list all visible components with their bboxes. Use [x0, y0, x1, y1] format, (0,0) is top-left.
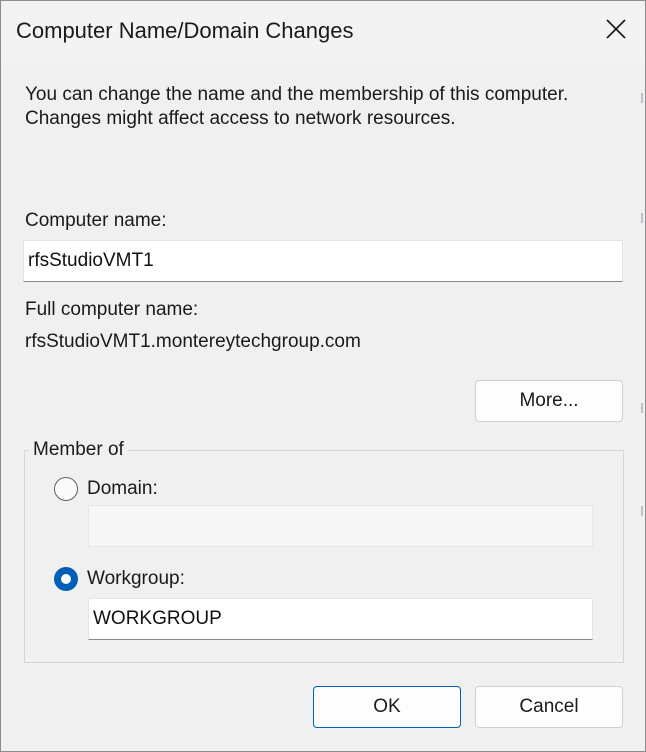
close-icon — [606, 19, 626, 39]
background-window-edge — [641, 506, 643, 516]
more-button[interactable]: More... — [475, 380, 623, 422]
dialog-window: Computer Name/Domain Changes You can cha… — [0, 0, 646, 752]
background-window-edge — [641, 213, 643, 223]
dialog-title: Computer Name/Domain Changes — [16, 18, 354, 43]
member-of-legend: Member of — [29, 439, 128, 461]
workgroup-radio-label[interactable]: Workgroup: — [87, 568, 185, 590]
cancel-button[interactable]: Cancel — [475, 686, 623, 728]
workgroup-radio[interactable] — [54, 567, 78, 591]
domain-input[interactable] — [88, 505, 593, 547]
background-window-edge — [641, 93, 643, 103]
radio-selected-dot — [61, 574, 71, 584]
ok-button[interactable]: OK — [313, 686, 461, 728]
workgroup-input[interactable]: WORKGROUP — [88, 598, 593, 640]
background-window-edge — [641, 403, 643, 413]
full-computer-name-value: rfsStudioVMT1.montereytechgroup.com — [25, 331, 361, 352]
intro-text: You can change the name and the membersh… — [25, 84, 569, 129]
computer-name-input[interactable]: rfsStudioVMT1 — [23, 240, 623, 282]
title-bar: Computer Name/Domain Changes — [1, 1, 645, 63]
computer-name-label: Computer name: — [25, 210, 167, 231]
domain-radio-label[interactable]: Domain: — [87, 478, 158, 500]
domain-radio[interactable] — [54, 477, 78, 501]
close-button[interactable] — [587, 1, 645, 59]
full-computer-name-label: Full computer name: — [25, 299, 199, 320]
